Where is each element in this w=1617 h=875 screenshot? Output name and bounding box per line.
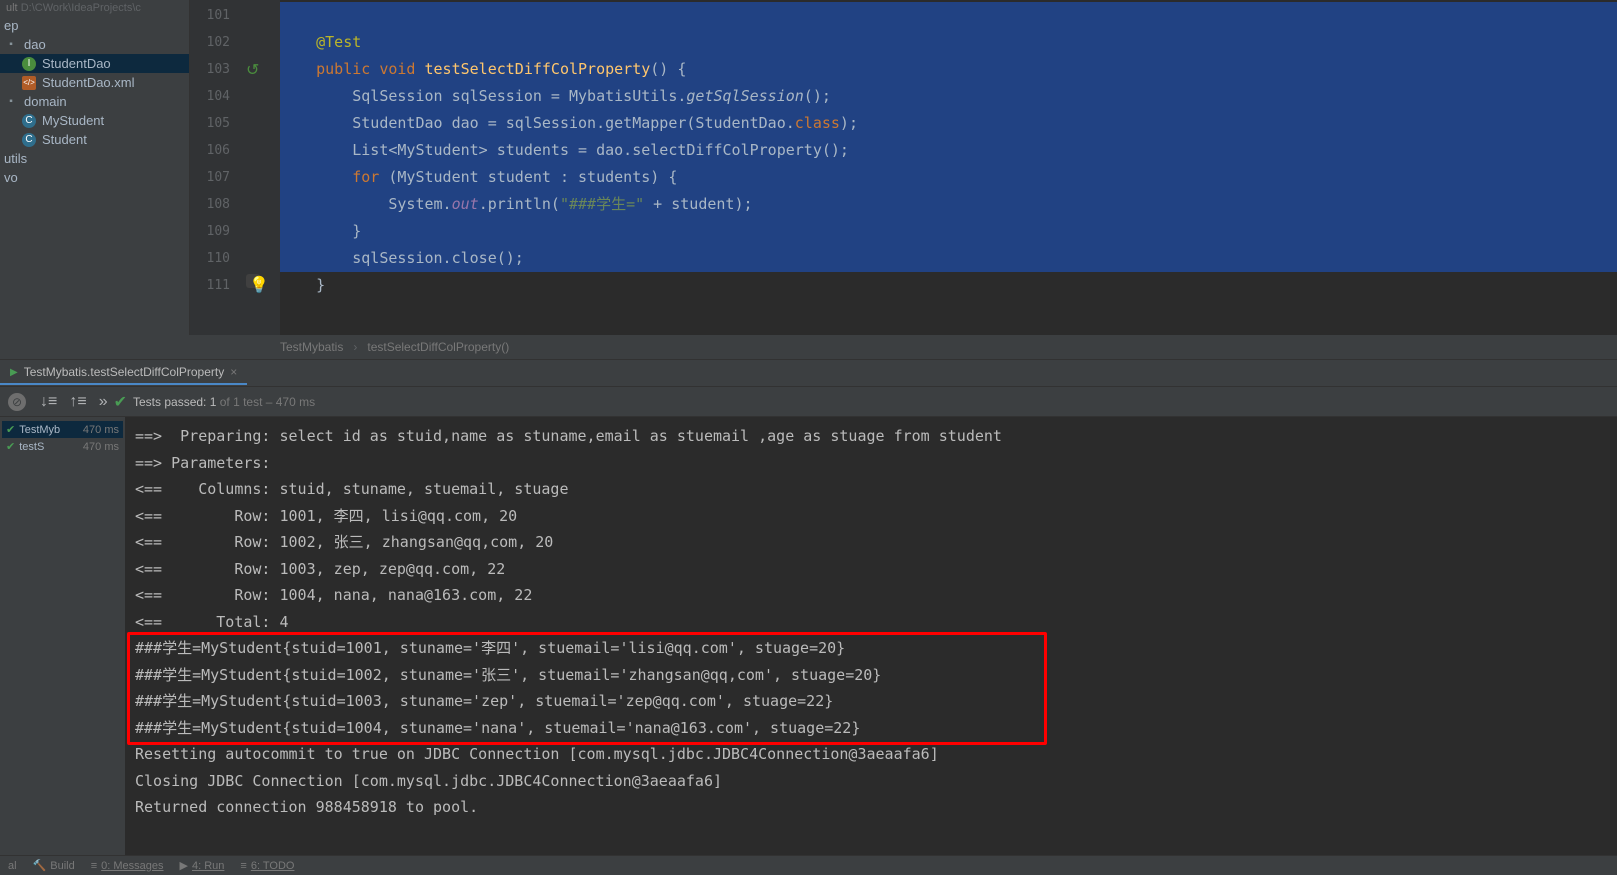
- code-line: public void testSelectDiffColProperty() …: [280, 56, 1617, 83]
- console-line: ==> Parameters:: [135, 450, 1607, 477]
- tree-item-vo[interactable]: vo: [0, 168, 189, 187]
- console-line: Closing JDBC Connection [com.mysql.jdbc.…: [135, 768, 1607, 795]
- check-icon: ✔: [6, 423, 15, 436]
- rerun-group: ⊘: [0, 393, 34, 411]
- expand-icon[interactable]: »: [99, 393, 108, 411]
- code-line: [280, 2, 1617, 29]
- console-line: <== Row: 1002, 张三, zhangsan@qq,com, 20: [135, 529, 1607, 556]
- sort-up-icon[interactable]: ↑≡: [69, 393, 86, 411]
- code-line: List<MyStudent> students = dao.selectDif…: [280, 137, 1617, 164]
- code-content[interactable]: @Test public void testSelectDiffColPrope…: [280, 0, 1617, 335]
- breadcrumb: TestMybatis › testSelectDiffColProperty(…: [0, 335, 1617, 359]
- folder-icon: ▪: [4, 95, 18, 109]
- status-run[interactable]: ▶ 4: Run: [180, 859, 225, 872]
- status-messages[interactable]: ≡ 0: Messages: [91, 860, 164, 872]
- stop-disabled-icon[interactable]: ⊘: [8, 393, 26, 411]
- tree-item-student[interactable]: CStudent: [0, 130, 189, 149]
- console-line: Returned connection 988458918 to pool.: [135, 794, 1607, 821]
- status-todo[interactable]: ≡ 6: TODO: [240, 860, 294, 872]
- gutter: 101102103104105106107108109110111 ↺ 💡: [190, 0, 280, 335]
- code-line: }: [280, 218, 1617, 245]
- tree-item-domain[interactable]: ▪domain: [0, 92, 189, 111]
- tree-item-dao[interactable]: ▪dao: [0, 35, 189, 54]
- console-output[interactable]: ==> Preparing: select id as stuid,name a…: [125, 417, 1617, 855]
- class-icon: C: [22, 114, 36, 128]
- tree-item-utils[interactable]: utils: [0, 149, 189, 168]
- console-line: ###学生=MyStudent{stuid=1004, stuname='nan…: [135, 715, 1607, 742]
- code-line: System.out.println("###学生=" + student);: [280, 191, 1617, 218]
- console-line: ###学生=MyStudent{stuid=1003, stuname='zep…: [135, 688, 1607, 715]
- project-tree: ep ▪dao IStudentDao </>StudentDao.xml ▪d…: [0, 16, 189, 187]
- code-line: StudentDao dao = sqlSession.getMapper(St…: [280, 110, 1617, 137]
- console-line: <== Row: 1003, zep, zep@qq.com, 22: [135, 556, 1607, 583]
- gutter-icons: ↺ 💡: [240, 2, 280, 335]
- code-line: sqlSession.close();: [280, 245, 1617, 272]
- intention-bulb-icon[interactable]: 💡: [246, 274, 260, 288]
- project-panel: ult D:\CWork\IdeaProjects\c ep ▪dao IStu…: [0, 0, 190, 335]
- line-numbers: 101102103104105106107108109110111: [190, 2, 240, 335]
- test-tree: ✔ TestMyb 470 ms ✔ testS 470 ms: [0, 417, 125, 855]
- console-line: <== Row: 1001, 李四, lisi@qq.com, 20: [135, 503, 1607, 530]
- tree-item-ep[interactable]: ep: [0, 16, 189, 35]
- console-line: ==> Preparing: select id as stuid,name a…: [135, 423, 1607, 450]
- test-tree-item[interactable]: ✔ TestMyb 470 ms: [2, 421, 123, 438]
- test-time: 470 ms: [83, 424, 119, 436]
- check-icon: ✔: [114, 392, 127, 412]
- run-tab-bar: ▶ TestMybatis.testSelectDiffColProperty …: [0, 359, 1617, 387]
- test-tree-label: TestMyb: [19, 424, 60, 436]
- console-line: <== Columns: stuid, stuname, stuemail, s…: [135, 476, 1607, 503]
- status-bar: al 🔨 Build ≡ 0: Messages ▶ 4: Run ≡ 6: T…: [0, 855, 1617, 875]
- code-line: SqlSession sqlSession = MybatisUtils.get…: [280, 83, 1617, 110]
- tree-item-studentdaoxml[interactable]: </>StudentDao.xml: [0, 73, 189, 92]
- status-terminal[interactable]: al: [8, 860, 17, 872]
- close-icon[interactable]: ×: [230, 365, 237, 379]
- test-time: 470 ms: [83, 441, 119, 453]
- console-line: Resetting autocommit to true on JDBC Con…: [135, 741, 1607, 768]
- status-build[interactable]: 🔨 Build: [33, 859, 75, 872]
- run-icon: ▶: [10, 367, 18, 378]
- test-tree-item[interactable]: ✔ testS 470 ms: [2, 438, 123, 455]
- breadcrumb-item[interactable]: TestMybatis: [280, 340, 343, 354]
- folder-icon: ▪: [4, 38, 18, 52]
- run-test-icon[interactable]: ↺: [246, 60, 260, 74]
- xml-icon: </>: [22, 76, 36, 90]
- editor[interactable]: 101102103104105106107108109110111 ↺ 💡 @T…: [190, 0, 1617, 335]
- main-split: ult D:\CWork\IdeaProjects\c ep ▪dao IStu…: [0, 0, 1617, 335]
- breadcrumb-item[interactable]: testSelectDiffColProperty(): [367, 340, 509, 354]
- console-line: ###学生=MyStudent{stuid=1001, stuname='李四'…: [135, 635, 1607, 662]
- sort-down-icon[interactable]: ↓≡: [40, 393, 57, 411]
- run-content: ✔ TestMyb 470 ms ✔ testS 470 ms ==> Prep…: [0, 417, 1617, 855]
- console-line: <== Row: 1004, nana, nana@163.com, 22: [135, 582, 1607, 609]
- code-line: }: [280, 272, 1617, 299]
- code-line: for (MyStudent student : students) {: [280, 164, 1617, 191]
- class-icon: C: [22, 133, 36, 147]
- test-toolbar: ⊘ ↓≡ ↑≡ » ✔ Tests passed: 1 of 1 test – …: [0, 387, 1617, 417]
- tree-item-mystudent[interactable]: CMyStudent: [0, 111, 189, 130]
- check-icon: ✔: [6, 440, 15, 453]
- tree-item-studentdao[interactable]: IStudentDao: [0, 54, 189, 73]
- console-line: ###学生=MyStudent{stuid=1002, stuname='张三'…: [135, 662, 1607, 689]
- chevron-right-icon: ›: [353, 340, 357, 354]
- code-line: @Test: [280, 29, 1617, 56]
- test-tree-label: testS: [19, 441, 44, 453]
- run-tab[interactable]: ▶ TestMybatis.testSelectDiffColProperty …: [0, 361, 247, 385]
- run-tab-label: TestMybatis.testSelectDiffColProperty: [24, 365, 225, 379]
- console-line: <== Total: 4: [135, 609, 1607, 636]
- project-path: ult D:\CWork\IdeaProjects\c: [0, 0, 189, 16]
- test-status: Tests passed: 1 of 1 test – 470 ms: [133, 395, 315, 409]
- interface-icon: I: [22, 57, 36, 71]
